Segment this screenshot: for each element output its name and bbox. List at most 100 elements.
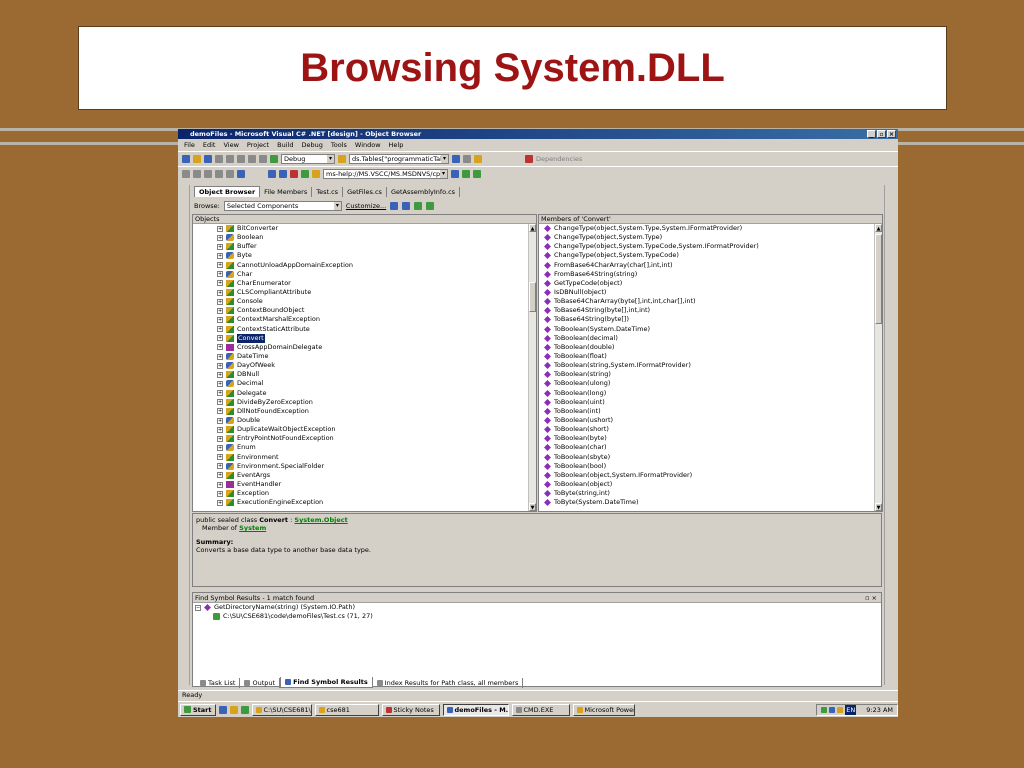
save-icon[interactable] <box>204 154 212 163</box>
tray-language[interactable]: EN <box>845 704 857 715</box>
taskbar-button[interactable]: cse681 <box>314 703 379 716</box>
member-item[interactable]: ToBoolean(ushort) <box>544 416 882 425</box>
pane-controls[interactable]: ▫ × <box>865 593 877 603</box>
tree-item[interactable]: + Double <box>217 416 536 425</box>
member-item[interactable]: FromBase64CharArray(char[],int,int) <box>544 261 882 270</box>
tray-clock[interactable]: 9:23 AM <box>866 705 893 715</box>
back-icon[interactable] <box>268 169 276 178</box>
member-item[interactable]: ToBoolean(string,System.IFormatProvider) <box>544 361 882 370</box>
tree-item[interactable]: + Console <box>217 297 536 306</box>
tree-item[interactable]: + CharEnumerator <box>217 279 536 288</box>
uncomment-icon[interactable] <box>226 169 234 178</box>
tree-item[interactable]: + Delegate <box>217 389 536 398</box>
tray-volume-icon[interactable] <box>829 706 836 713</box>
tree-item[interactable]: + ContextBoundObject <box>217 306 536 315</box>
refresh-icon[interactable] <box>301 169 309 178</box>
member-item[interactable]: ToBoolean(byte) <box>544 434 882 443</box>
expand-icon[interactable]: + <box>217 444 223 451</box>
tree-item[interactable]: + CannotUnloadAppDomainException <box>217 261 536 270</box>
member-item[interactable]: ToBoolean(char) <box>544 443 882 452</box>
indent-icon[interactable] <box>193 169 201 178</box>
expand-icon[interactable]: + <box>217 399 223 406</box>
undo-icon[interactable] <box>248 154 256 163</box>
tree-item[interactable]: + Convert <box>217 333 536 343</box>
expand-icon[interactable]: + <box>217 454 223 461</box>
bottom-tab[interactable]: Output <box>240 677 281 688</box>
bottom-tab[interactable]: Index Results for Path class, all member… <box>373 677 524 688</box>
expand-icon[interactable]: + <box>217 316 223 323</box>
solution-explorer-icon[interactable] <box>452 154 460 163</box>
next-topic-icon[interactable] <box>473 169 481 178</box>
member-item[interactable]: ChangeType(object,System.TypeCode,System… <box>544 242 882 251</box>
member-item[interactable]: ChangeType(object,System.Type) <box>544 233 882 242</box>
expand-icon[interactable]: + <box>217 380 223 387</box>
group-icon[interactable] <box>402 202 411 210</box>
member-item[interactable]: ToBoolean(decimal) <box>544 334 882 343</box>
member-item[interactable]: ToBoolean(int) <box>544 407 882 416</box>
tree-item[interactable]: + Enum <box>217 443 536 452</box>
tray-app-icon[interactable] <box>837 706 844 713</box>
member-item[interactable]: ToBoolean(bool) <box>544 462 882 471</box>
scroll-up-icon[interactable]: ▲ <box>529 224 536 232</box>
sort-icon[interactable] <box>390 202 399 210</box>
member-item[interactable]: ToByte(string,int) <box>544 489 882 498</box>
tree-item[interactable]: + ExecutionEngineException <box>217 498 536 507</box>
tree-item[interactable]: + EventArgs <box>217 471 536 480</box>
outdent-icon[interactable] <box>204 169 212 178</box>
expand-icon[interactable]: + <box>217 353 223 360</box>
tree-item[interactable]: + EventHandler <box>217 480 536 489</box>
forward-icon[interactable] <box>279 169 287 178</box>
member-item[interactable]: ToBase64String(byte[]) <box>544 315 882 324</box>
tree-item[interactable]: + Buffer <box>217 242 536 251</box>
menu-item-view[interactable]: View <box>223 140 238 150</box>
taskbar-button[interactable]: Sticky Notes <box>381 703 440 716</box>
member-item[interactable]: FromBase64String(string) <box>544 270 882 279</box>
tree-item[interactable]: + BitConverter <box>217 224 536 233</box>
tree-item[interactable]: + DllNotFoundException <box>217 407 536 416</box>
objects-scrollbar[interactable]: ▲ ▼ <box>528 224 536 511</box>
scroll-down-icon[interactable]: ▼ <box>875 503 882 511</box>
find-result-row[interactable]: − GetDirectoryName(string) (System.IO.Pa… <box>193 603 881 612</box>
configuration-select[interactable]: Debug <box>281 153 335 164</box>
redo-icon[interactable] <box>259 154 267 163</box>
member-item[interactable]: ToBase64CharArray(byte[],int,int,char[],… <box>544 297 882 306</box>
window-titlebar[interactable]: demoFiles - Microsoft Visual C# .NET [de… <box>178 129 898 139</box>
expand-icon[interactable]: + <box>217 234 223 241</box>
tree-item[interactable]: + Exception <box>217 489 536 498</box>
expand-icon[interactable]: + <box>217 499 223 506</box>
toolbox-strip[interactable] <box>178 185 190 685</box>
home-icon[interactable] <box>312 169 320 178</box>
find-icon[interactable] <box>338 154 346 163</box>
expand-icon[interactable]: + <box>217 307 223 314</box>
member-item[interactable]: GetTypeCode(object) <box>544 279 882 288</box>
find-result-location-row[interactable]: C:\SU\CSE681\code\demoFiles\Test.cs (71,… <box>193 612 881 621</box>
expand-icon[interactable]: + <box>217 472 223 479</box>
member-item[interactable]: ToByte(System.DateTime) <box>544 498 882 507</box>
start-button[interactable]: Start <box>180 703 216 716</box>
url-combo[interactable]: ms-help://MS.VSCC/MS.MSDNVS/cpref/htm <box>323 168 448 179</box>
member-item[interactable]: ToBoolean(sbyte) <box>544 453 882 462</box>
expand-icon[interactable]: + <box>217 490 223 497</box>
bottom-tab[interactable]: Task List <box>196 677 241 688</box>
member-item[interactable]: ToBoolean(float) <box>544 352 882 361</box>
expand-icon[interactable]: + <box>217 371 223 378</box>
dependencies-icon[interactable] <box>525 154 533 163</box>
member-item[interactable]: ToBase64String(byte[],int,int) <box>544 306 882 315</box>
bookmark-icon[interactable] <box>237 169 245 178</box>
expand-icon[interactable]: + <box>217 298 223 305</box>
paste-icon[interactable] <box>237 154 245 163</box>
tree-item[interactable]: + Byte <box>217 251 536 260</box>
expand-icon[interactable]: + <box>217 280 223 287</box>
menu-item-help[interactable]: Help <box>389 140 404 150</box>
align-icon[interactable] <box>182 169 190 178</box>
quicklaunch-desktop-icon[interactable] <box>240 705 249 714</box>
dependencies-label[interactable]: Dependencies <box>536 155 582 163</box>
sync-contents-icon[interactable] <box>451 169 459 178</box>
member-item[interactable]: ToBoolean(uint) <box>544 398 882 407</box>
doc-tab[interactable]: Object Browser <box>194 186 261 197</box>
new-project-icon[interactable] <box>182 154 190 163</box>
member-item[interactable]: ChangeType(object,System.Type,System.IFo… <box>544 224 882 233</box>
minimize-button[interactable]: _ <box>867 130 876 138</box>
member-item[interactable]: ToBoolean(ulong) <box>544 379 882 388</box>
menu-item-file[interactable]: File <box>184 140 195 150</box>
